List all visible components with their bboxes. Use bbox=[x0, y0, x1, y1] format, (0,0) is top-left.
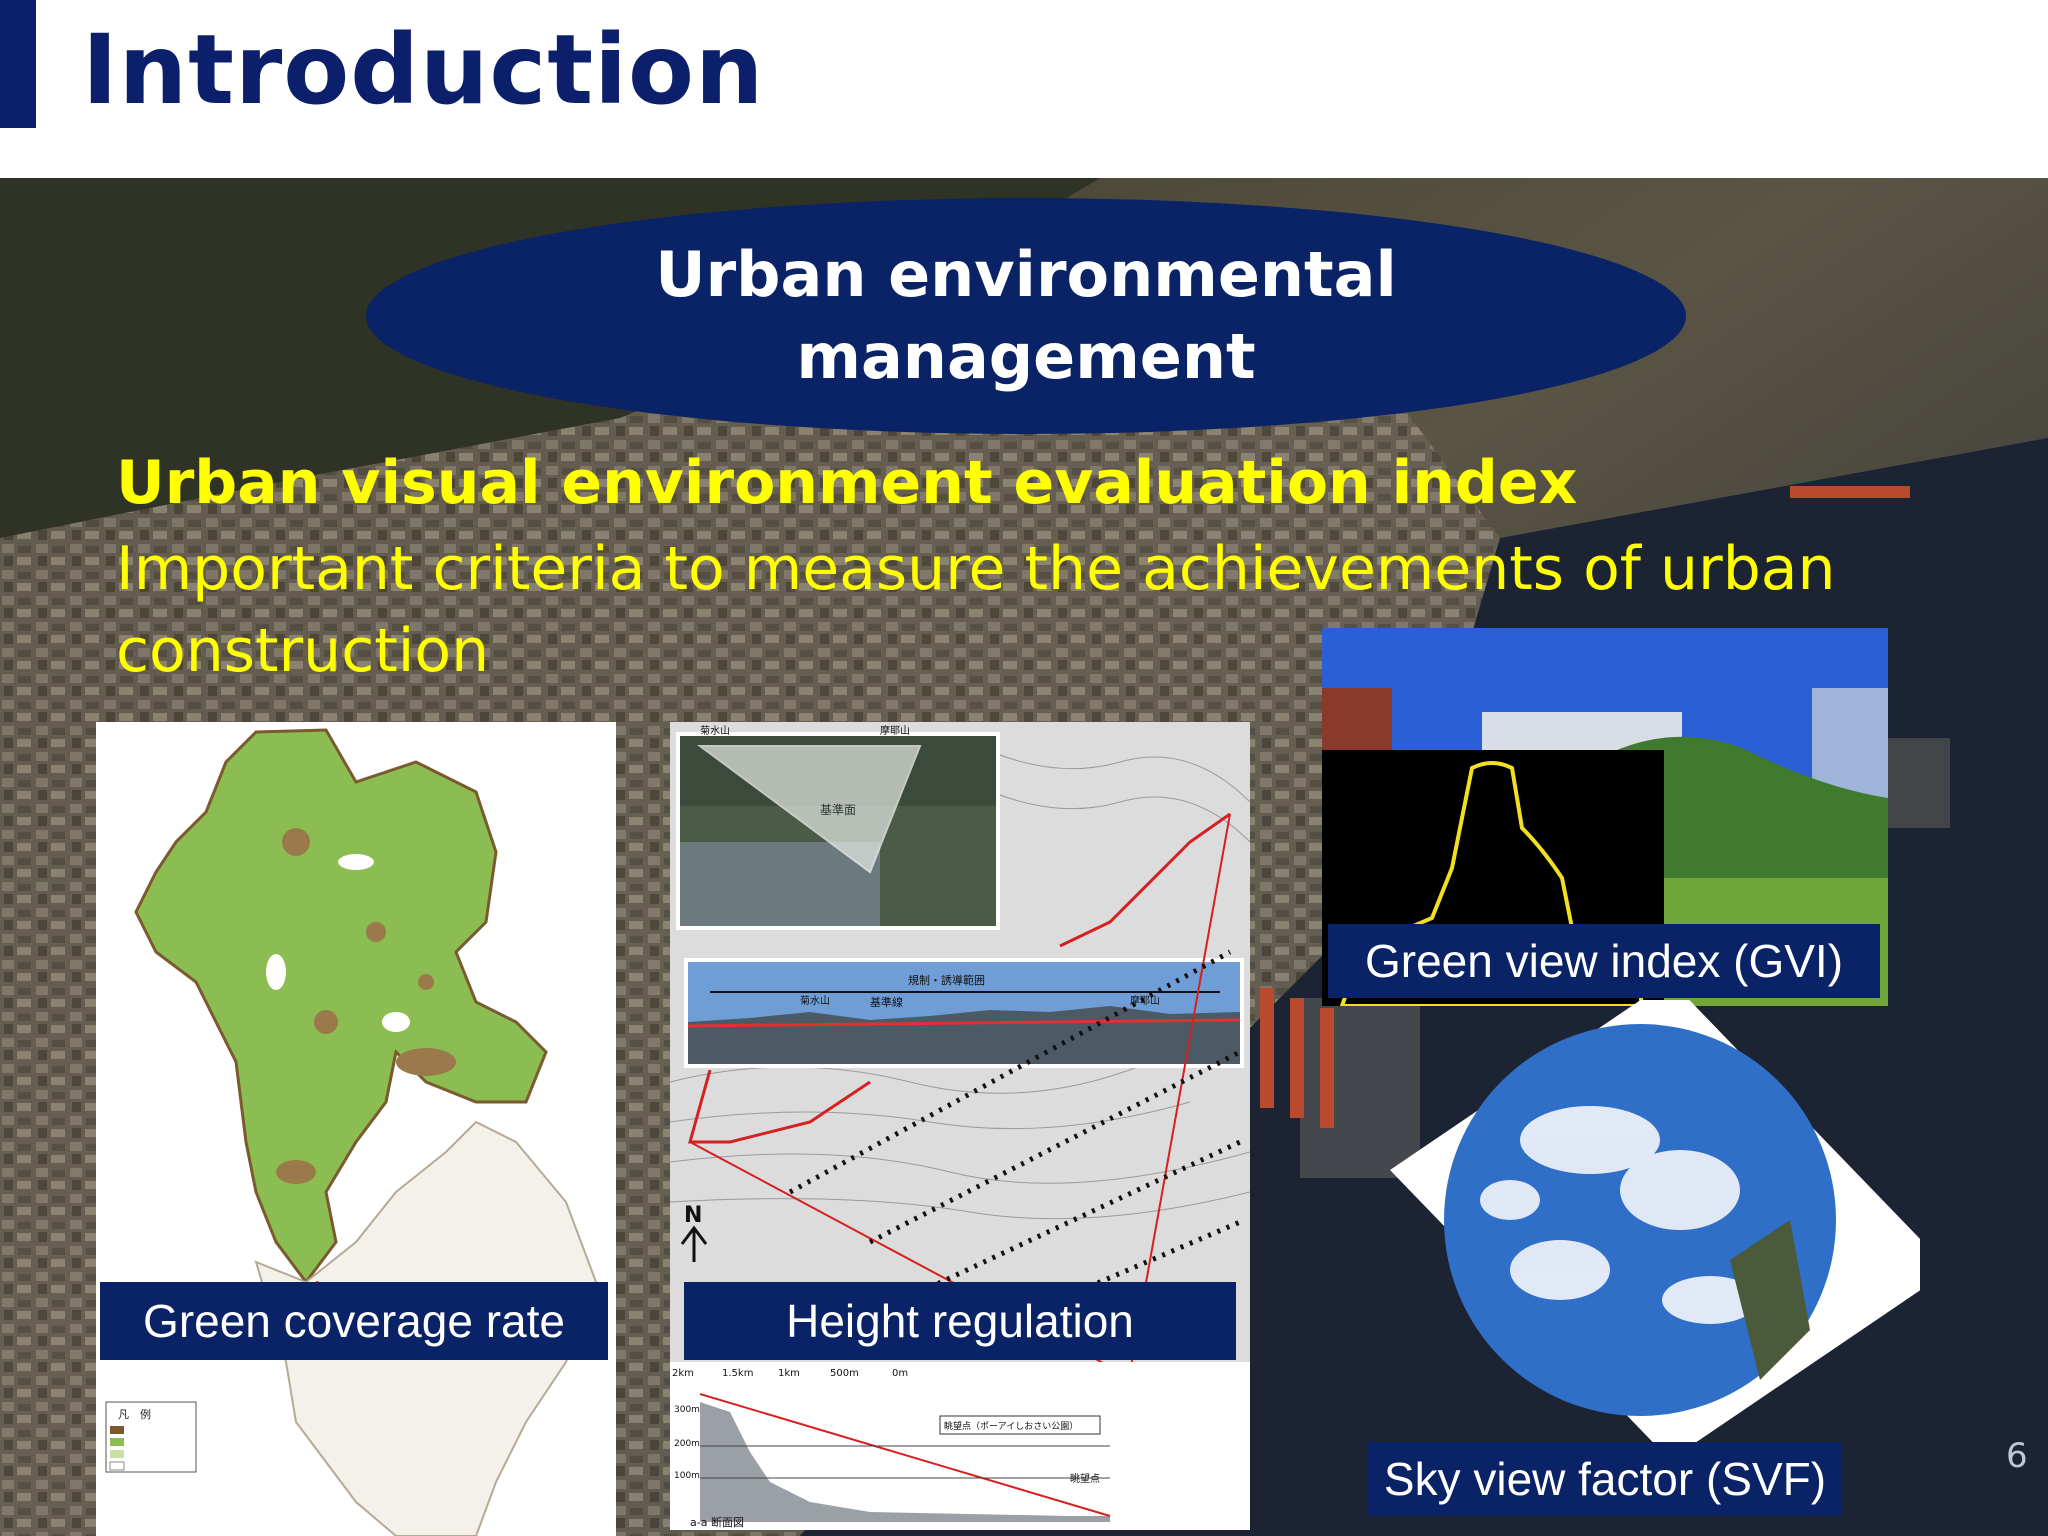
north-label: N bbox=[684, 1203, 702, 1228]
ellipse-label: Urban environmental management bbox=[655, 238, 1397, 393]
dist-label-4: 500m bbox=[830, 1368, 859, 1379]
gvi-caption: Green view index (GVI) bbox=[1328, 924, 1880, 998]
map-legend: 凡 例 bbox=[105, 1401, 197, 1473]
title-bar: Introduction bbox=[0, 0, 2048, 178]
dist-label-5: 0m bbox=[892, 1368, 908, 1379]
green-coverage-map: 凡 例 bbox=[96, 722, 616, 1536]
evaluation-index-heading: Urban visual environment evaluation inde… bbox=[116, 448, 1578, 518]
height-tick-200: 200m bbox=[674, 1439, 700, 1449]
slide-title: Introduction bbox=[82, 14, 765, 126]
legend-title: 凡 例 bbox=[118, 1407, 151, 1421]
height-regulation-map: 基準面 菊水山 摩耶山 規制・誘導範囲 基準線 菊水山 摩耶山 N 2km 1.… bbox=[670, 722, 1250, 1530]
svf-panel bbox=[1360, 980, 1950, 1460]
base-plane-label: 基準面 bbox=[820, 802, 856, 817]
panorama-mountain-1: 菊水山 bbox=[800, 995, 830, 1007]
mountain-label-2: 摩耶山 bbox=[880, 724, 910, 737]
svf-caption: Sky view factor (SVF) bbox=[1368, 1442, 1842, 1516]
viewpoint-short-label: 眺望点 bbox=[1070, 1472, 1100, 1485]
mountain-label-1: 菊水山 bbox=[700, 725, 730, 737]
height-regulation-panel: 基準面 菊水山 摩耶山 規制・誘導範囲 基準線 菊水山 摩耶山 N 2km 1.… bbox=[670, 722, 1250, 1530]
dist-label-2: 1.5km bbox=[722, 1368, 753, 1379]
section-label: a-a 断面図 bbox=[690, 1515, 744, 1529]
dist-label-1: 2km bbox=[672, 1368, 694, 1379]
green-coverage-caption: Green coverage rate bbox=[100, 1282, 608, 1360]
svf-fisheye-photo bbox=[1390, 980, 1950, 1460]
green-coverage-map-panel: 凡 例 bbox=[96, 722, 616, 1536]
height-tick-300: 300m bbox=[674, 1405, 700, 1415]
base-line-label: 基準線 bbox=[870, 995, 903, 1009]
height-regulation-caption: Height regulation bbox=[684, 1282, 1236, 1360]
viewpoint-label: 眺望点（ポーアイしおさい公園） bbox=[944, 1420, 1078, 1432]
page-number: 6 bbox=[2006, 1436, 2028, 1476]
title-accent-bar bbox=[0, 0, 36, 128]
dist-label-3: 1km bbox=[778, 1368, 800, 1379]
range-label: 規制・誘導範囲 bbox=[908, 973, 985, 987]
urban-environmental-management-ellipse: Urban environmental management bbox=[366, 198, 1686, 434]
height-tick-100: 100m bbox=[674, 1471, 700, 1481]
